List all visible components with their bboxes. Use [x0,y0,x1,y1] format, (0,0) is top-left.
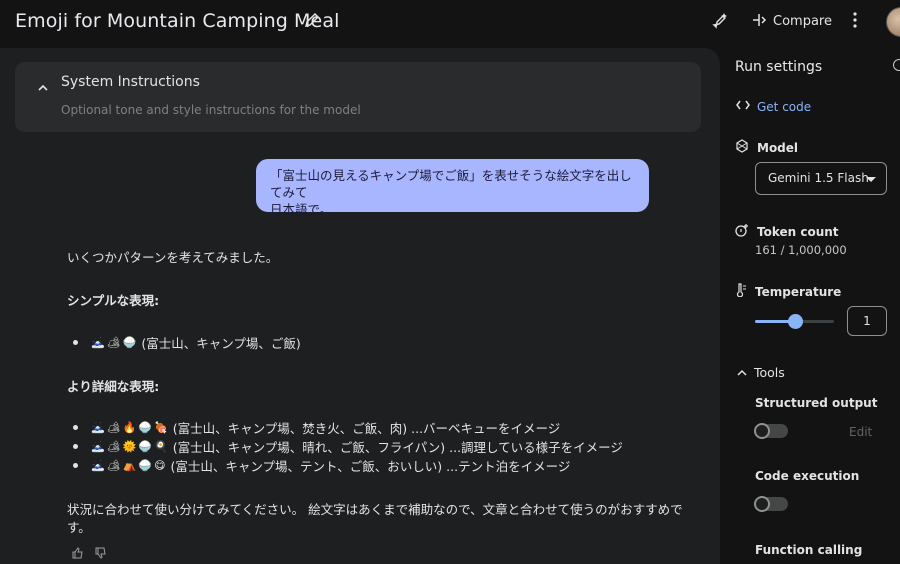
emoji: 🗻 [91,336,105,349]
token-count-value: 161 / 1,000,000 [755,243,847,257]
get-code-button[interactable]: Get code [736,99,811,114]
avatar[interactable] [886,7,900,37]
dropdown-caret-icon [866,177,876,182]
temperature-label: Temperature [755,284,842,299]
user-message-line: 「富士山の見えるキャンプ場でご飯」を表せそうな絵文字を出してみて [270,168,632,200]
model-section: Model [735,139,798,156]
emoji: 🔥 [122,421,137,434]
bullet [73,340,78,345]
emoji: ⛺ [122,459,137,472]
temperature-input[interactable]: 1 [847,306,887,336]
bullet [73,463,78,468]
emoji: 🏕 [106,459,121,472]
model-icon [735,139,749,156]
thermometer-icon [735,283,747,300]
page-title: Emoji for Mountain Camping Meal [15,10,340,32]
get-code-label: Get code [757,99,812,114]
compare-button[interactable]: Compare [751,11,832,31]
response-closing: 状況に合わせて使い分けてみてください。 絵文字はあくまで補助なので、文章と合わせ… [67,502,683,517]
emoji: 🍚 [138,459,153,472]
list-item-text: (富士山、キャンプ場、ご飯) [141,336,301,351]
list-item: 🗻 🏕 ⛺ 🍚 😋 (富士山、キャンプ場、テント、ご飯、おいしい) ...テント… [91,456,570,475]
emoji: 🍳 [154,440,168,453]
toggle-knob [754,423,770,439]
chevron-up-icon[interactable] [37,78,49,97]
user-message-line: 日本語で。 [270,202,333,217]
emoji: 🏕 [106,440,121,453]
thumbs-down-icon[interactable] [95,544,107,563]
compare-label: Compare [773,13,832,29]
temperature-slider-thumb[interactable] [787,314,803,329]
run-settings-title: Run settings [735,59,823,75]
bullet [73,425,78,430]
structured-output-edit-link[interactable]: Edit [849,425,872,439]
token-count-section: Token count [735,223,839,240]
tools-label: Tools [754,365,785,380]
emoji: 🍖 [154,421,168,434]
system-instructions-title: System Instructions [61,74,200,90]
detailed-heading: より詳細な表現: [67,379,160,394]
chat-panel: System Instructions Optional tone and st… [0,48,720,564]
system-instructions-panel[interactable]: System Instructions Optional tone and st… [15,62,701,132]
emoji: 🏕 [106,336,121,349]
emoji: 🍚 [138,440,153,453]
list-item-text: (富士山、キャンプ場、焚き火、ご飯、肉) ...バーベキューをイメージ [172,421,561,436]
more-options-icon[interactable] [850,11,860,33]
structured-output-label: Structured output [755,396,878,410]
token-icon [735,223,749,240]
temperature-slider[interactable] [755,314,834,329]
tools-section[interactable]: Tools [737,365,785,380]
compare-icon [751,11,767,31]
emoji: 🏕 [106,421,121,434]
emoji: 🗻 [91,421,105,434]
list-item: 🗻 🏕 🔥 🍚 🍖 (富士山、キャンプ場、焚き火、ご飯、肉) ...バーベキュー… [91,418,560,437]
emoji: 🌞 [122,440,137,453]
user-message: 「富士山の見えるキャンプ場でご飯」を表せそうな絵文字を出してみて 日本語で。 [256,159,649,217]
structured-output-toggle[interactable] [754,423,788,439]
code-execution-label: Code execution [755,469,860,483]
list-item-text: (富士山、キャンプ場、テント、ご飯、おいしい) ...テント泊をイメージ [170,459,571,474]
list-item: 🗻 🏕 🍚 (富士山、キャンプ場、ご飯) [91,333,301,352]
simple-heading: シンプルな表現: [67,293,160,308]
model-select[interactable]: Gemini 1.5 Flash [755,162,887,195]
edit-title-icon[interactable] [304,12,320,32]
code-icon [736,99,750,114]
list-item-text: (富士山、キャンプ場、晴れ、ご飯、フライパン) ...調理している様子をイメージ [172,440,623,455]
thumbs-up-icon[interactable] [72,544,84,563]
emoji: 🍚 [122,336,137,349]
emoji: 🗻 [91,459,105,472]
function-calling-label: Function calling [755,543,863,557]
toggle-knob [754,496,770,512]
model-label: Model [757,140,799,155]
reset-icon[interactable] [893,59,900,71]
temperature-section: Temperature [735,283,841,300]
code-execution-toggle[interactable] [754,496,788,512]
emoji: 🗻 [91,440,105,453]
model-value: Gemini 1.5 Flash [768,171,869,185]
run-settings-panel: Run settings Get code Model Gemini 1.5 F… [720,44,900,564]
emoji: 😋 [154,459,166,472]
response-closing: す。 [67,520,91,535]
brush-icon[interactable] [711,11,729,33]
emoji: 🍚 [138,421,153,434]
bullet [73,444,78,449]
system-instructions-input[interactable]: Optional tone and style instructions for… [61,103,361,117]
response-intro: いくつかパターンを考えてみました。 [67,250,279,265]
token-count-label: Token count [757,224,839,239]
chevron-up-icon [737,365,747,380]
list-item: 🗻 🏕 🌞 🍚 🍳 (富士山、キャンプ場、晴れ、ご飯、フライパン) ...調理し… [91,437,623,456]
top-bar: Emoji for Mountain Camping Meal Compare [0,0,900,44]
